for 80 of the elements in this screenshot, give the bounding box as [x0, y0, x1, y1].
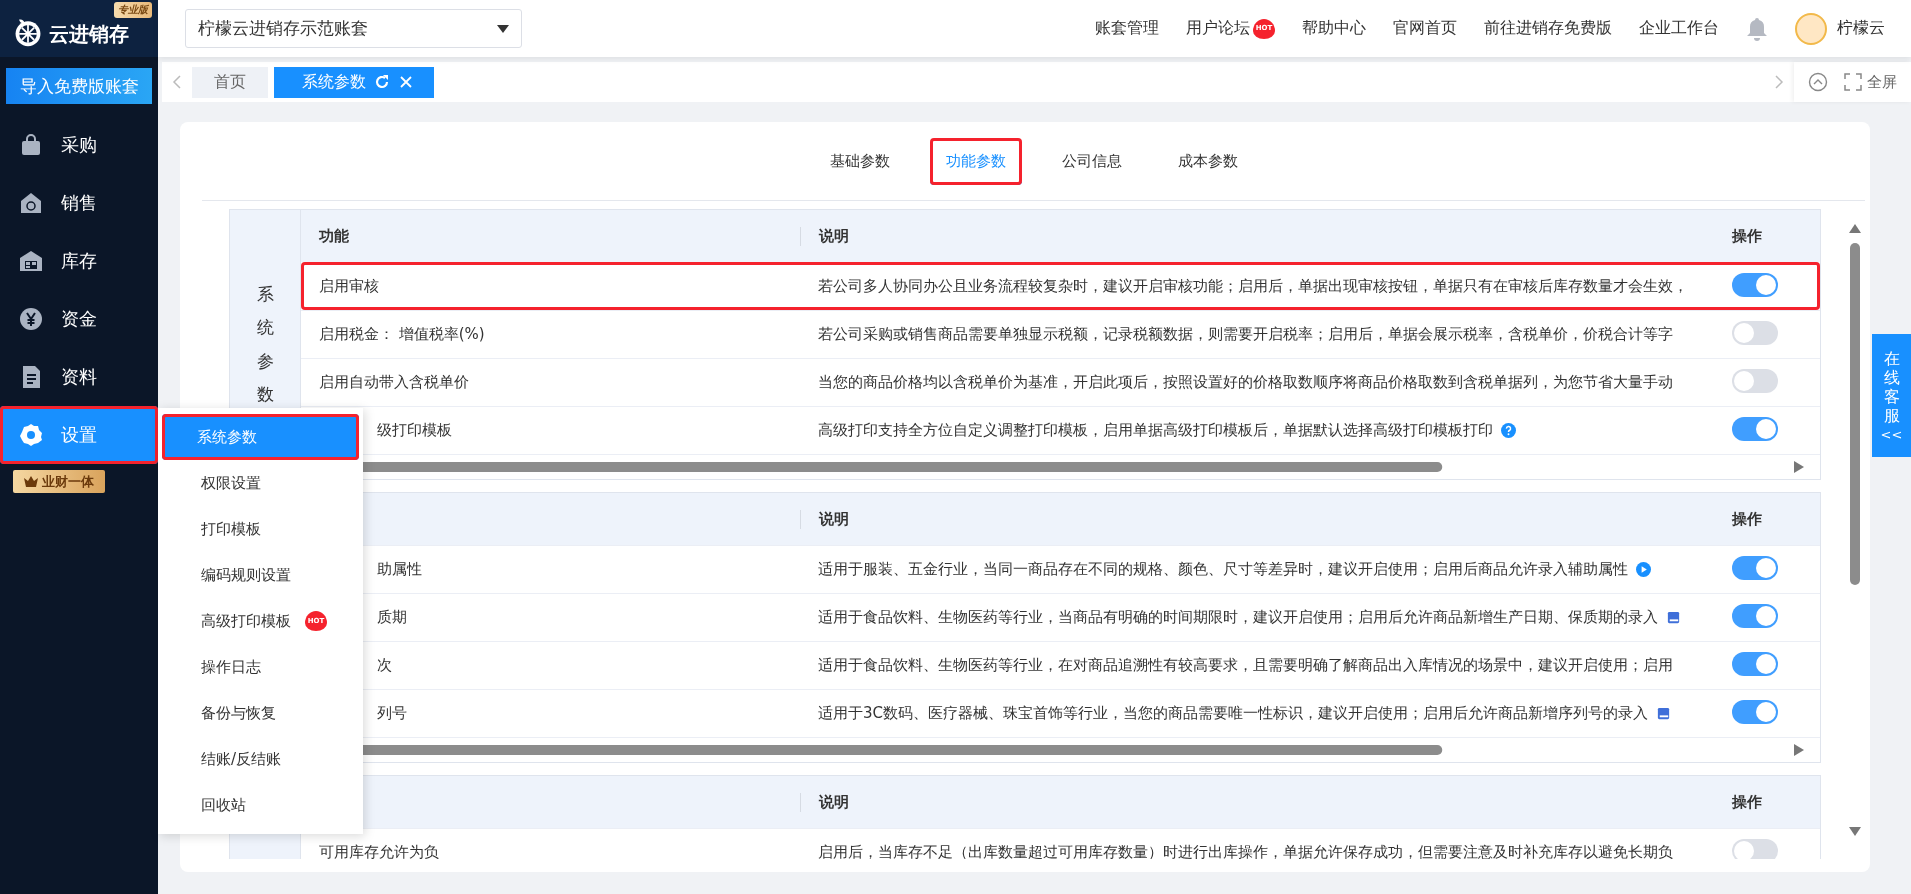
logo-text: 云进销存 [49, 21, 129, 48]
sidebar-item[interactable]: 库存 [0, 232, 158, 290]
submenu-item[interactable]: 权限设置 [162, 460, 359, 506]
nav-link[interactable]: 帮助中心 [1302, 18, 1366, 39]
page-tab[interactable]: 首页 [192, 66, 268, 98]
close-icon[interactable] [398, 74, 414, 90]
yuan-coin-icon [19, 307, 43, 331]
badge-label: 业财一体 [42, 472, 94, 491]
help-icon[interactable] [1501, 423, 1516, 438]
description-cell: 适用于服装、五金行业，当同一商品存在不同的规格、颜色、尺寸等差异时，建议开启使用；启用后商品允许录入辅助属性 [818, 560, 1628, 579]
crown-icon [24, 476, 38, 487]
sidebar-item[interactable]: 采购 [0, 116, 158, 174]
book-icon[interactable] [1666, 610, 1681, 625]
description-cell: 若公司多人协同办公且业务流程较复杂时，建议开启审核功能；启用后，单据出现审核按钮，单据只有在审核后库存数量才会生效， [818, 277, 1688, 296]
feature-cell: 可用库存允许为负 [319, 843, 439, 859]
avatar[interactable] [1795, 12, 1827, 45]
caret-icon [497, 24, 509, 33]
feature-cell: 启用审核 [319, 277, 379, 296]
shopping-bag-icon [19, 133, 43, 157]
description-cell: 适用于3C数码、医疗器械、珠宝首饰等行业，当您的商品需要唯一性标识，建议开启使用；启用后允许商品新增序列号的录入 [818, 704, 1649, 723]
account-select[interactable]: 柠檬云进销存示范账套 [185, 9, 522, 48]
scroll-right-icon[interactable] [1774, 75, 1784, 89]
gear-icon [19, 423, 43, 447]
column-header: 功能 [319, 226, 349, 245]
submenu-item[interactable]: 结账/反结账 [162, 736, 359, 782]
submenu-item[interactable]: 备份与恢复 [162, 690, 359, 736]
description-cell: 启用后，当库存不足（出库数量超过可用库存数量）时进行出库操作，单据允许保存成功，但需要注意及时补充库存以避免长期负 [818, 843, 1673, 859]
fullscreen-button[interactable]: 全屏 [1844, 72, 1897, 92]
column-header: 操作 [1732, 509, 1762, 528]
feature-cell-text: 列号 [376, 704, 407, 723]
edition-badge: 专业版 [114, 2, 152, 18]
description-cell: 若公司采购或销售商品需要单独显示税额，记录税额数据，则需要开启税率；启用后，单据会展示税率，含税单价，价税合计等字 [818, 325, 1673, 344]
sidebar-item[interactable]: 销售 [0, 174, 158, 232]
feature-cell-text: 次 [376, 656, 392, 675]
nav-link[interactable]: 账套管理 [1095, 18, 1159, 39]
description-cell: 适用于食品饮料、生物医药等行业，当商品有明确的时间期限时，建议开启使用；启用后允许商品新增生产日期、保质期的录入 [818, 608, 1658, 627]
nav-link[interactable]: 官网首页 [1393, 18, 1457, 39]
toggle-switch[interactable] [1732, 272, 1778, 297]
toggle-switch[interactable] [1732, 651, 1778, 676]
sidebar-item[interactable]: 资金 [0, 290, 158, 348]
toggle-switch[interactable] [1732, 838, 1778, 859]
column-header: 说明 [819, 226, 849, 245]
book-icon[interactable] [1656, 706, 1672, 721]
feature-cell: 启用税金： 增值税率(%) [319, 325, 485, 344]
refresh-icon[interactable] [374, 74, 390, 90]
toggle-switch[interactable] [1732, 555, 1778, 580]
submenu-item[interactable]: 编码规则设置 [162, 552, 359, 598]
settings-tab[interactable]: 成本参数 [1161, 137, 1254, 185]
submenu-item[interactable]: 打印模板 [162, 506, 359, 552]
submenu-item[interactable]: 回收站 [162, 782, 359, 828]
fullscreen-icon [1844, 73, 1862, 91]
toggle-switch[interactable] [1732, 416, 1778, 441]
toggle-switch[interactable] [1732, 320, 1778, 345]
toggle-switch[interactable] [1732, 603, 1778, 628]
column-header: 说明 [819, 792, 849, 811]
nav-link[interactable]: 前往进销存免费版 [1484, 18, 1612, 39]
toggle-switch[interactable] [1732, 368, 1778, 393]
column-header: 说明 [819, 509, 849, 528]
description-cell: 高级打印支持全方位自定义调整打印模板，启用单据高级打印模板后，单据默认选择高级打印模板打印 [818, 421, 1493, 440]
play-icon[interactable] [1636, 562, 1651, 577]
warehouse-icon [19, 249, 43, 273]
feature-cell-text: 助属性 [376, 560, 422, 579]
feature-cell: 启用自动带入含税单价 [319, 373, 469, 392]
column-header: 操作 [1732, 226, 1762, 245]
description-cell: 当您的商品价格均以含税单价为基准，开启此项后，按照设置好的价格取数顺序将商品价格取数到含税单据列，为您节省大量手动 [818, 373, 1673, 392]
collapse-up-icon[interactable] [1808, 72, 1828, 92]
toggle-switch[interactable] [1732, 699, 1778, 724]
settings-tab[interactable]: 基础参数 [813, 137, 906, 185]
sidebar-item[interactable]: 资料 [0, 348, 158, 406]
description-cell: 适用于食品饮料、生物医药等行业，在对商品追溯性有较高要求，且需要明确了解商品出入库情况的场景中，建议开启使用；启用 [818, 656, 1673, 675]
submenu-item[interactable]: 操作日志 [162, 644, 359, 690]
business-finance-badge[interactable]: 业财一体 [13, 470, 105, 493]
notification-bell-icon[interactable] [1746, 16, 1768, 41]
scroll-left-icon[interactable] [172, 75, 182, 89]
feature-cell-text: 级打印模板 [376, 421, 452, 440]
user-name[interactable]: 柠檬云 [1837, 18, 1885, 39]
column-header: 操作 [1732, 792, 1762, 811]
section-label: 系统参数 [256, 283, 274, 406]
nav-link[interactable]: 企业工作台 [1639, 18, 1719, 39]
settings-tab[interactable]: 公司信息 [1045, 137, 1138, 185]
